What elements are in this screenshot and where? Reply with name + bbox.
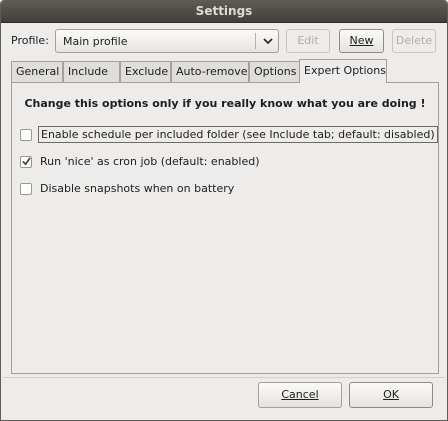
- new-profile-label: New: [349, 34, 374, 47]
- profile-label: Profile:: [11, 34, 49, 47]
- combo-separator: [255, 33, 256, 49]
- disable-on-battery-checkbox[interactable]: [20, 183, 32, 195]
- schedule-per-folder-option[interactable]: Enable schedule per included folder (see…: [20, 126, 438, 145]
- edit-profile-button[interactable]: Edit: [286, 29, 330, 53]
- expert-options-page: Change this options only if you really k…: [11, 82, 439, 374]
- footer-divider: [3, 377, 445, 378]
- run-nice-label: Run 'nice' as cron job (default: enabled…: [40, 155, 260, 168]
- tab-general[interactable]: General: [11, 61, 63, 82]
- tab-expert-options[interactable]: Expert Options: [299, 59, 387, 83]
- tab-exclude[interactable]: Exclude: [120, 61, 171, 82]
- ok-label: OK: [383, 388, 399, 401]
- tab-options[interactable]: Options: [249, 61, 301, 82]
- disable-on-battery-label: Disable snapshots when on battery: [40, 182, 235, 195]
- warning-text: Change this options only if you really k…: [24, 97, 426, 110]
- ok-button[interactable]: OK: [349, 382, 433, 408]
- schedule-per-folder-label: Enable schedule per included folder (see…: [38, 126, 438, 143]
- profile-combo[interactable]: Main profile: [55, 29, 279, 53]
- edit-profile-label: Edit: [297, 34, 319, 47]
- tab-include[interactable]: Include: [63, 61, 120, 82]
- disable-on-battery-option[interactable]: Disable snapshots when on battery: [20, 181, 320, 199]
- delete-profile-button[interactable]: Delete: [392, 29, 436, 53]
- cancel-button[interactable]: Cancel: [258, 382, 342, 408]
- checkmark-icon: [22, 157, 31, 166]
- tab-auto-remove[interactable]: Auto-remove: [171, 61, 249, 82]
- schedule-per-folder-checkbox[interactable]: [20, 129, 32, 141]
- settings-notebook: General Include Exclude Auto-remove Opti…: [11, 59, 439, 374]
- settings-window: Settings Profile: Main profile Edit New …: [0, 0, 448, 421]
- run-nice-option[interactable]: Run 'nice' as cron job (default: enabled…: [20, 154, 320, 172]
- chevron-down-icon: [263, 38, 273, 45]
- cancel-label: Cancel: [281, 388, 319, 401]
- title-bar[interactable]: Settings: [1, 1, 447, 23]
- window-title: Settings: [195, 4, 253, 18]
- profile-combo-value: Main profile: [63, 35, 128, 48]
- run-nice-checkbox[interactable]: [20, 156, 32, 168]
- new-profile-button[interactable]: New: [339, 29, 384, 53]
- profile-row: Profile: Main profile Edit New Delete: [1, 27, 447, 55]
- delete-profile-label: Delete: [395, 34, 433, 47]
